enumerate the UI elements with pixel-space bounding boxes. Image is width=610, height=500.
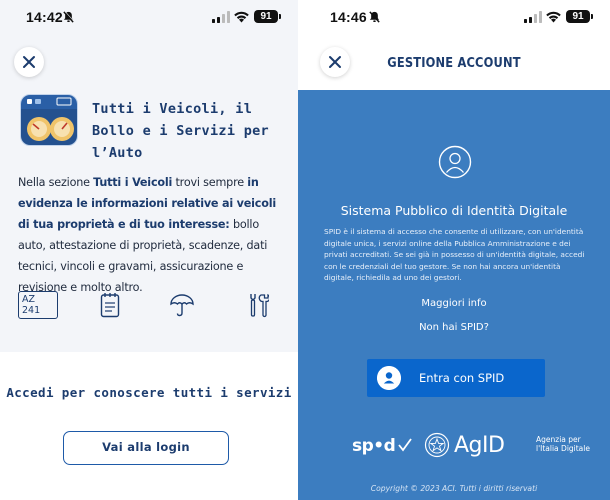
agid-subtitle-line-1: Agenzia per <box>536 435 581 444</box>
logos-row: sp•d AgID Agenzia per l'Italia Digitale <box>298 430 610 464</box>
spid-user-icon <box>377 366 401 390</box>
spid-panel: Sistema Pubblico di Identità Digitale SP… <box>298 90 610 500</box>
vehicles-screen: 14:42 91 Tutti i Veicoli, il Bollo e i S… <box>0 0 298 500</box>
desc-bold-1: Tutti i Veicoli <box>93 176 173 189</box>
section-description: Nella sezione Tutti i Veicoli trovi semp… <box>18 172 280 298</box>
dashboard-app-icon <box>20 94 78 146</box>
notepad-icon <box>98 290 122 320</box>
no-spid-link[interactable]: Non hai SPID? <box>298 322 610 333</box>
feature-icons-row: AZ 241 <box>18 290 280 320</box>
status-time: 14:46 <box>330 9 367 25</box>
close-button[interactable] <box>14 47 44 77</box>
tools-icon <box>244 290 272 320</box>
status-time: 14:42 <box>26 9 63 25</box>
silent-bell-icon <box>63 10 75 23</box>
spid-logo: sp•d <box>352 436 396 456</box>
user-circle-icon <box>438 145 472 179</box>
agid-subtitle-line-2: l'Italia Digitale <box>536 444 590 453</box>
vehicle-service-card: Tutti i Veicoli, il Bollo e i Servizi pe… <box>18 92 269 161</box>
spid-title: Sistema Pubblico di Identità Digitale <box>340 203 568 218</box>
status-bar: 14:46 91 <box>298 0 610 34</box>
agid-logo: AgID <box>454 433 505 458</box>
plate-text: AZ 241 <box>18 291 58 319</box>
agid-subtitle: Agenzia per l'Italia Digitale <box>536 435 590 453</box>
republic-emblem-icon <box>424 432 450 458</box>
login-heading: Accedi per conoscere tutti i servizi <box>6 385 292 400</box>
login-panel: Accedi per conoscere tutti i servizi Vai… <box>0 352 298 500</box>
spid-check-icon <box>398 438 412 452</box>
battery-indicator: 91 <box>254 10 281 23</box>
desc-text-2: trovi sempre <box>172 176 248 189</box>
spid-login-button[interactable]: Entra con SPID <box>367 359 545 397</box>
login-button[interactable]: Vai alla login <box>63 431 229 465</box>
copyright-text: Copyright © 2023 ACI. Tutti i diritti ri… <box>370 484 538 493</box>
wifi-icon <box>546 11 561 23</box>
status-bar: 14:42 91 <box>0 0 298 34</box>
silent-bell-icon <box>369 11 380 23</box>
signal-icon <box>212 11 230 23</box>
spid-login-label: Entra con SPID <box>419 371 505 385</box>
wifi-icon <box>234 11 249 23</box>
page-title: GESTIONE ACCOUNT <box>387 56 521 71</box>
spid-description: SPID è il sistema di accesso che consent… <box>324 227 585 282</box>
desc-text-1: Nella sezione <box>18 176 94 189</box>
more-info-link[interactable]: Maggiori info <box>298 298 610 309</box>
signal-icon <box>524 11 542 23</box>
battery-indicator: 91 <box>566 10 593 23</box>
vehicle-section-title: Tutti i Veicoli, il Bollo e i Servizi pe… <box>92 101 269 161</box>
close-icon <box>23 56 35 68</box>
license-plate-icon: AZ 241 <box>18 290 58 320</box>
umbrella-insurance-icon <box>168 290 196 320</box>
account-screen: 14:46 91 GESTIONE ACCOUNT Sistema Pubbli… <box>298 0 610 500</box>
